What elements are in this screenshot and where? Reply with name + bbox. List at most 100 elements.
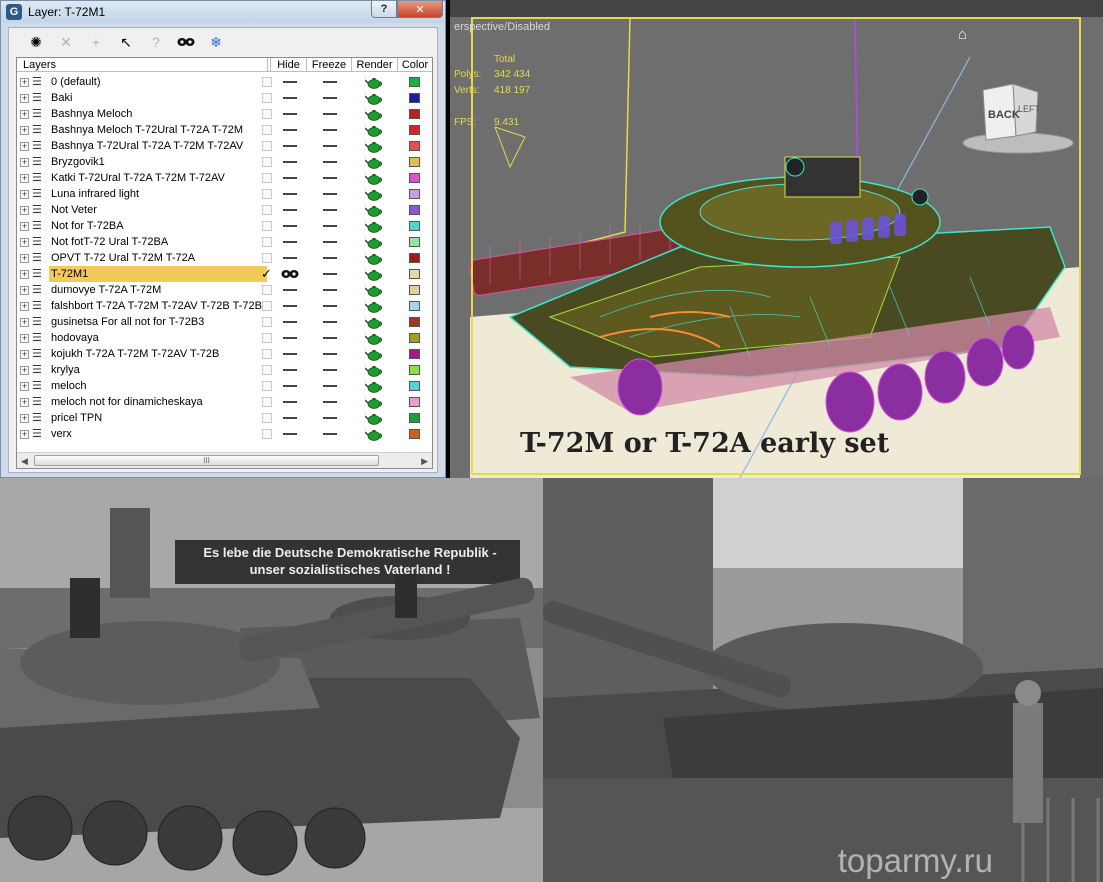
expand-toggle-icon[interactable]: +: [20, 430, 29, 439]
hide-toggle-icon[interactable]: [283, 113, 297, 115]
expand-toggle-icon[interactable]: +: [20, 366, 29, 375]
expand-toggle-icon[interactable]: +: [20, 238, 29, 247]
hide-toggle-icon[interactable]: [283, 161, 297, 163]
layer-row[interactable]: + ☰ hodovaya: [17, 330, 432, 346]
layer-name[interactable]: meloch: [49, 378, 267, 394]
freeze-toggle-icon[interactable]: [323, 161, 337, 163]
viewcube-left-face[interactable]: LEFT: [1018, 104, 1041, 114]
current-layer-checkbox[interactable]: [262, 333, 272, 343]
layer-name[interactable]: verx: [49, 426, 267, 442]
render-teapot-icon[interactable]: [365, 316, 383, 329]
layer-name[interactable]: hodovaya: [49, 330, 267, 346]
current-layer-checkbox[interactable]: [262, 93, 272, 103]
column-header-hide[interactable]: Hide: [270, 58, 307, 72]
current-layer-checkbox[interactable]: [262, 301, 272, 311]
layer-color-swatch[interactable]: [409, 77, 420, 87]
layer-name[interactable]: pricel TPN: [49, 410, 267, 426]
select-objects-icon[interactable]: ↖: [111, 30, 141, 54]
expand-toggle-icon[interactable]: +: [20, 222, 29, 231]
render-teapot-icon[interactable]: [365, 412, 383, 425]
layer-name[interactable]: Bashnya T-72Ural T-72A T-72M T-72AV: [49, 138, 267, 154]
layer-row[interactable]: + ☰ verx: [17, 426, 432, 442]
freeze-toggle-icon[interactable]: [323, 353, 337, 355]
layer-row[interactable]: + ☰ Bashnya Meloch: [17, 106, 432, 122]
freeze-toggle-icon[interactable]: [323, 273, 337, 275]
hide-toggle-icon[interactable]: [283, 209, 297, 211]
expand-toggle-icon[interactable]: +: [20, 254, 29, 263]
render-teapot-icon[interactable]: [365, 380, 383, 393]
render-teapot-icon[interactable]: [365, 204, 383, 217]
layer-name[interactable]: kojukh T-72A T-72M T-72AV T-72B: [49, 346, 267, 362]
current-layer-checkbox[interactable]: [262, 381, 272, 391]
layer-color-swatch[interactable]: [409, 205, 420, 215]
freeze-toggle-icon[interactable]: [323, 129, 337, 131]
hide-toggle-icon[interactable]: [283, 129, 297, 131]
current-layer-checkbox[interactable]: [262, 221, 272, 231]
layer-name[interactable]: Bryzgovik1: [49, 154, 267, 170]
layer-row[interactable]: + ☰ Not Veter: [17, 202, 432, 218]
layer-name[interactable]: Luna infrared light: [49, 186, 267, 202]
render-teapot-icon[interactable]: [365, 76, 383, 89]
freeze-toggle-icon[interactable]: [323, 241, 337, 243]
render-teapot-icon[interactable]: [365, 220, 383, 233]
current-layer-checkbox[interactable]: [262, 173, 272, 183]
add-to-layer-icon[interactable]: +: [81, 30, 111, 54]
render-teapot-icon[interactable]: [365, 428, 383, 441]
current-layer-checkbox[interactable]: [262, 205, 272, 215]
freeze-toggle-icon[interactable]: [323, 97, 337, 99]
render-teapot-icon[interactable]: [365, 188, 383, 201]
layer-row[interactable]: + ☰ 0 (default): [17, 74, 432, 90]
layer-name[interactable]: Bashnya Meloch T-72Ural T-72A T-72M: [49, 122, 267, 138]
render-teapot-icon[interactable]: [365, 396, 383, 409]
layer-name[interactable]: Bashnya Meloch: [49, 106, 267, 122]
freeze-toggle-icon[interactable]: [323, 81, 337, 83]
render-teapot-icon[interactable]: [365, 332, 383, 345]
layer-color-swatch[interactable]: [409, 381, 420, 391]
expand-toggle-icon[interactable]: +: [20, 174, 29, 183]
hide-toggle-icon[interactable]: [283, 353, 297, 355]
layer-row[interactable]: + ☰ T-72M1 ✓: [17, 266, 432, 282]
viewcube-back-face[interactable]: BACK: [988, 109, 1020, 121]
expand-toggle-icon[interactable]: +: [20, 142, 29, 151]
hide-toggle-icon[interactable]: [283, 337, 297, 339]
layer-color-swatch[interactable]: [409, 173, 420, 183]
layer-row[interactable]: + ☰ falshbort T-72A T-72M T-72AV T-72B T-7…: [17, 298, 432, 314]
layer-name[interactable]: meloch not for dinamicheskaya: [49, 394, 267, 410]
layer-row[interactable]: + ☰ OPVT T-72 Ural T-72M T-72A: [17, 250, 432, 266]
layer-color-swatch[interactable]: [409, 413, 420, 423]
current-layer-checkbox[interactable]: [262, 397, 272, 407]
expand-toggle-icon[interactable]: +: [20, 398, 29, 407]
hide-toggle-icon[interactable]: [283, 97, 297, 99]
render-teapot-icon[interactable]: [365, 124, 383, 137]
freeze-all-icon[interactable]: ❄: [201, 30, 231, 54]
layer-color-swatch[interactable]: [409, 429, 420, 439]
current-layer-checkbox[interactable]: [262, 189, 272, 199]
hide-toggle-icon[interactable]: [283, 433, 297, 435]
layer-row[interactable]: + ☰ dumovye T-72A T-72M: [17, 282, 432, 298]
render-teapot-icon[interactable]: [365, 252, 383, 265]
expand-toggle-icon[interactable]: +: [20, 270, 29, 279]
freeze-toggle-icon[interactable]: [323, 225, 337, 227]
render-teapot-icon[interactable]: [365, 284, 383, 297]
layer-color-swatch[interactable]: [409, 269, 420, 279]
layer-name[interactable]: 0 (default): [49, 74, 267, 90]
layer-row[interactable]: + ☰ Baki: [17, 90, 432, 106]
current-layer-checkbox[interactable]: [262, 125, 272, 135]
layer-color-swatch[interactable]: [409, 397, 420, 407]
layer-row[interactable]: + ☰ meloch: [17, 378, 432, 394]
expand-toggle-icon[interactable]: +: [20, 286, 29, 295]
delete-layer-icon[interactable]: ✕: [51, 30, 81, 54]
freeze-toggle-icon[interactable]: [323, 193, 337, 195]
column-header-render[interactable]: Render: [352, 58, 398, 72]
column-header-color[interactable]: Color: [398, 58, 432, 72]
home-icon[interactable]: ⌂: [958, 27, 974, 43]
hide-toggle-icon[interactable]: [283, 417, 297, 419]
hide-toggle-icon[interactable]: [283, 225, 297, 227]
layer-color-swatch[interactable]: [409, 333, 420, 343]
freeze-toggle-icon[interactable]: [323, 417, 337, 419]
layer-color-swatch[interactable]: [409, 125, 420, 135]
layer-row[interactable]: + ☰ pricel TPN: [17, 410, 432, 426]
expand-toggle-icon[interactable]: +: [20, 126, 29, 135]
hide-toggle-icon[interactable]: [283, 241, 297, 243]
layer-row[interactable]: + ☰ Luna infrared light: [17, 186, 432, 202]
